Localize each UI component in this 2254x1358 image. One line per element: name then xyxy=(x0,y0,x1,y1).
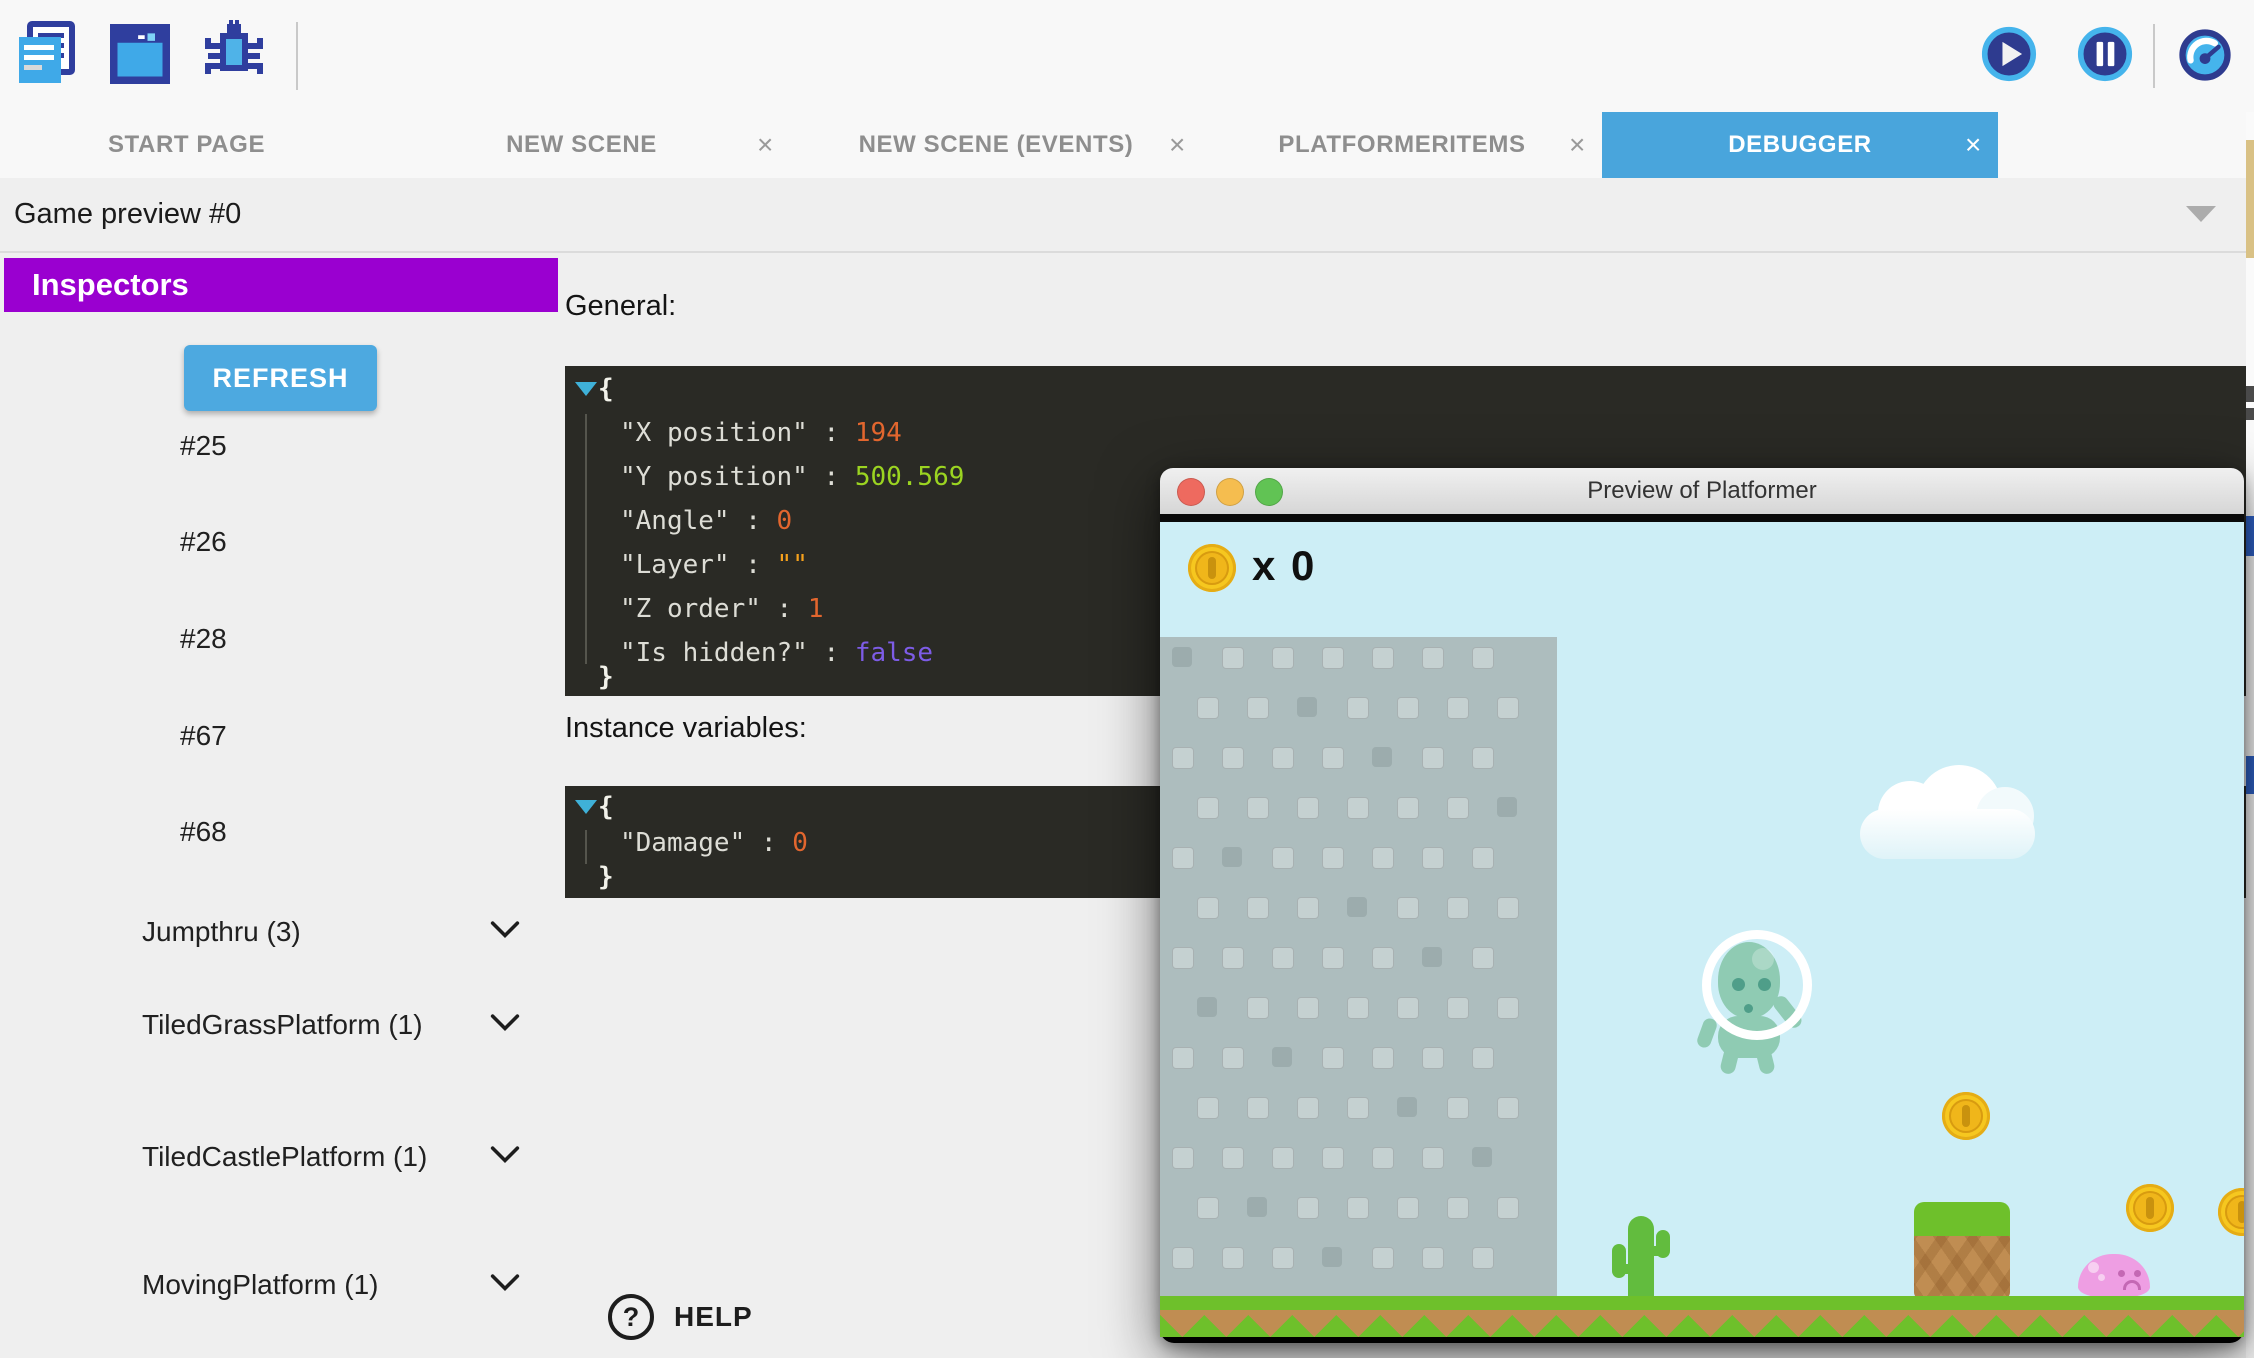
tab-label: DEBUGGER xyxy=(1728,131,1871,159)
json-line-angle: "Angle" : 0 xyxy=(620,506,792,536)
game-preview-selector[interactable]: Game preview #0 xyxy=(0,178,2254,253)
game-preview-selector-label: Game preview #0 xyxy=(14,178,241,251)
inspector-item-68[interactable]: #68 xyxy=(180,812,460,852)
cloud-sprite xyxy=(1860,765,2035,860)
gutter-mark xyxy=(2246,408,2254,420)
ground-grass xyxy=(1160,1296,2244,1310)
inspector-item-26[interactable]: #26 xyxy=(180,522,460,562)
gutter-mark xyxy=(2246,140,2254,258)
indent-guide xyxy=(585,830,587,864)
group-label: Jumpthru (3) xyxy=(142,915,442,949)
json-line-x-position: "X position" : 194 xyxy=(620,418,902,448)
tab-label: NEW SCENE xyxy=(506,131,657,159)
json-open-brace: { xyxy=(598,792,614,822)
coin-sprite xyxy=(2126,1184,2174,1232)
tab-start-page[interactable]: START PAGE xyxy=(0,112,373,178)
group-label: TiledGrassPlatform (1) xyxy=(142,1008,442,1042)
json-close-brace: } xyxy=(598,862,614,892)
preview-window-titlebar[interactable]: Preview of Platformer xyxy=(1160,468,2244,515)
ground-dirt-zigzag xyxy=(1160,1310,2244,1337)
tab-close-icon[interactable]: × xyxy=(1169,112,1186,178)
chevron-down-icon[interactable] xyxy=(488,919,522,941)
json-line-y-position: "Y position" : 500.569 xyxy=(620,462,964,492)
group-label: MovingPlatform (1) xyxy=(142,1268,442,1302)
help-label: HELP xyxy=(674,1301,753,1333)
coin-sprite xyxy=(1942,1092,1990,1140)
indent-guide xyxy=(585,414,587,664)
gutter-mark xyxy=(2246,386,2254,402)
tab-label: NEW SCENE (EVENTS) xyxy=(859,131,1134,159)
chevron-down-icon[interactable] xyxy=(488,1272,522,1294)
castle-wall xyxy=(1160,637,1557,1337)
gutter-mark xyxy=(2246,516,2254,556)
json-close-brace: } xyxy=(598,662,614,692)
toolbar-divider xyxy=(296,22,298,90)
tab-platformeritems[interactable]: PLATFORMERITEMS × xyxy=(1202,112,1602,178)
grass-platform-block xyxy=(1914,1202,2010,1300)
gdevelop-app-window: START PAGE NEW SCENE × NEW SCENE (EVENTS… xyxy=(0,0,2254,1358)
inspectors-header: Inspectors xyxy=(4,258,558,312)
game-canvas[interactable]: x 0 xyxy=(1160,522,2244,1337)
preview-window: Preview of Platformer x 0 xyxy=(1160,468,2244,1343)
inspectors-title: Inspectors xyxy=(32,267,189,303)
tab-bar: START PAGE NEW SCENE × NEW SCENE (EVENTS… xyxy=(0,112,2254,178)
gutter-mark xyxy=(2246,756,2254,794)
pause-icon[interactable] xyxy=(2077,26,2133,85)
cactus-sprite xyxy=(1612,1216,1670,1298)
slime-enemy xyxy=(2078,1254,2150,1298)
coin-sprite xyxy=(2218,1188,2244,1236)
tab-close-icon[interactable]: × xyxy=(1965,112,1982,178)
json-open-brace: { xyxy=(598,374,614,404)
chevron-down-icon[interactable] xyxy=(2186,206,2216,222)
debugger-bug-icon[interactable] xyxy=(202,20,266,89)
inspector-group-tiledcastleplatform[interactable]: TiledCastlePlatform (1) xyxy=(142,1140,534,1174)
json-line-z-order: "Z order" : 1 xyxy=(620,594,824,624)
inspector-item-67[interactable]: #67 xyxy=(180,716,460,756)
preview-window-border xyxy=(1160,514,2244,522)
json-line-damage: "Damage" : 0 xyxy=(620,828,808,858)
group-label: TiledCastlePlatform (1) xyxy=(142,1140,442,1174)
alien-player-character xyxy=(1700,930,1800,1070)
preview-window-title: Preview of Platformer xyxy=(1160,468,2244,514)
scene-window-icon[interactable] xyxy=(110,24,170,87)
json-line-is-hidden: "Is hidden?" : false xyxy=(620,638,933,668)
collapse-triangle-icon[interactable] xyxy=(575,382,597,396)
coin-counter: x 0 xyxy=(1252,542,1316,590)
inspector-item-28[interactable]: #28 xyxy=(180,619,460,659)
tab-label: START PAGE xyxy=(108,131,265,159)
instance-variables-title: Instance variables: xyxy=(565,712,807,745)
tab-debugger[interactable]: DEBUGGER × xyxy=(1602,112,1998,178)
play-icon[interactable] xyxy=(1981,26,2037,85)
refresh-button[interactable]: REFRESH xyxy=(184,345,377,411)
inspector-group-movingplatform[interactable]: MovingPlatform (1) xyxy=(142,1268,534,1302)
inspector-group-jumpthru[interactable]: Jumpthru (3) xyxy=(142,915,534,949)
coin-icon xyxy=(1188,544,1236,592)
toolbar-divider xyxy=(2153,24,2155,88)
tab-label: PLATFORMERITEMS xyxy=(1278,131,1525,159)
help-button[interactable]: ? HELP xyxy=(608,1294,753,1340)
collapse-triangle-icon[interactable] xyxy=(575,800,597,814)
tab-new-scene-events[interactable]: NEW SCENE (EVENTS) × xyxy=(790,112,1202,178)
main-toolbar xyxy=(0,0,2254,112)
question-mark-icon: ? xyxy=(608,1294,654,1340)
speed-gauge-icon[interactable] xyxy=(2178,28,2232,85)
tab-close-icon[interactable]: × xyxy=(757,112,774,178)
tab-new-scene[interactable]: NEW SCENE × xyxy=(373,112,790,178)
chevron-down-icon[interactable] xyxy=(488,1012,522,1034)
inspector-group-tiledgrassplatform[interactable]: TiledGrassPlatform (1) xyxy=(142,1008,534,1042)
json-line-layer: "Layer" : "" xyxy=(620,550,808,580)
inspector-item-25[interactable]: #25 xyxy=(180,426,460,466)
tab-close-icon[interactable]: × xyxy=(1569,112,1586,178)
project-manager-icon[interactable] xyxy=(14,20,78,91)
general-section-title: General: xyxy=(565,290,676,323)
right-scroll-gutter[interactable] xyxy=(2246,112,2254,1358)
chevron-down-icon[interactable] xyxy=(488,1144,522,1166)
